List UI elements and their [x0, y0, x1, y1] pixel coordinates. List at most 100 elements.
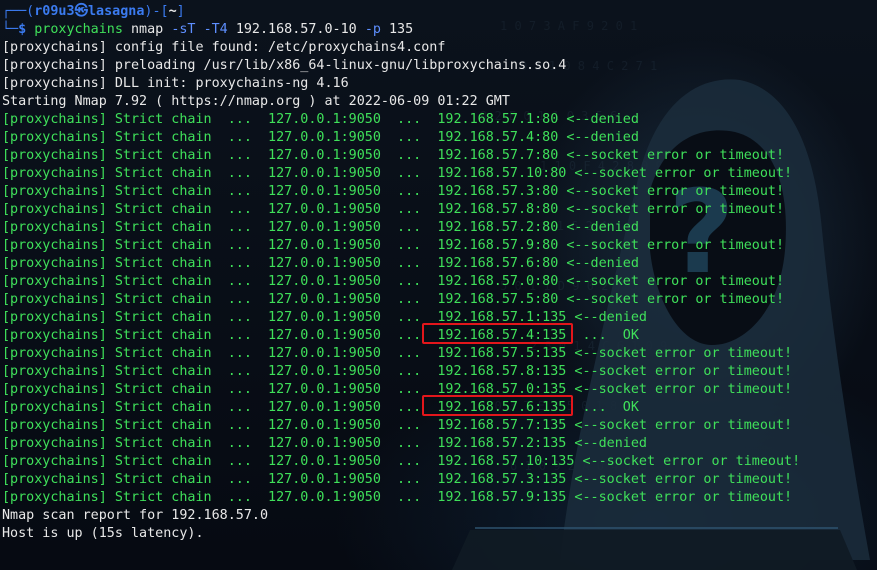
chain-result: <--socket error or timeout! [566, 166, 793, 181]
chain-prefix: [proxychains] Strict chain ... 127.0.0.1… [2, 364, 438, 379]
chain-result: <--socket error or timeout! [558, 184, 785, 199]
chain-result: <--denied [558, 220, 639, 235]
chain-target: 192.168.57.5:135 [437, 346, 567, 361]
chain-prefix: [proxychains] Strict chain ... 127.0.0.1… [2, 400, 438, 415]
prompt-frame-top: ┌──( [2, 4, 35, 19]
chain-result: ... OK [566, 328, 639, 343]
terminal-window[interactable]: 1 0 7 3 A F 9 2 0 1 0 1 1 0 8 4 C 2 7 1 … [0, 0, 877, 570]
red-highlight-box [422, 323, 574, 344]
chain-target: 192.168.57.6:80 [437, 256, 559, 271]
command-flag-scan-type: -sT [171, 22, 196, 37]
prompt-frame-bottom: └─ [2, 22, 19, 37]
chain-line: [proxychains] Strict chain ... 127.0.0.1… [2, 273, 877, 291]
chain-prefix: [proxychains] Strict chain ... 127.0.0.1… [2, 256, 438, 271]
chain-line: [proxychains] Strict chain ... 127.0.0.1… [2, 489, 877, 507]
prompt-username: r09u3 [34, 4, 75, 19]
chain-line: [proxychains] Strict chain ... 127.0.0.1… [2, 471, 877, 489]
chain-target: 192.168.57.2:135 [437, 436, 567, 451]
chain-line: [proxychains] Strict chain ... 127.0.0.1… [2, 237, 877, 255]
red-highlight-box [422, 395, 574, 416]
chain-line: [proxychains] Strict chain ... 127.0.0.1… [2, 453, 877, 471]
chain-target: 192.168.57.0:80 [437, 274, 559, 289]
chain-line: [proxychains] Strict chain ... 127.0.0.1… [2, 417, 877, 435]
command-port: 135 [389, 22, 414, 37]
chain-result: <--socket error or timeout! [558, 292, 785, 307]
chain-prefix: [proxychains] Strict chain ... 127.0.0.1… [2, 274, 438, 289]
chain-line: [proxychains] Strict chain ... 127.0.0.1… [2, 219, 877, 237]
chain-prefix: [proxychains] Strict chain ... 127.0.0.1… [2, 238, 438, 253]
command-line[interactable]: └─$ proxychains nmap -sT -T4 192.168.57.… [2, 21, 877, 39]
chain-line: [proxychains] Strict chain ... 127.0.0.1… [2, 345, 877, 363]
output-line-dll-init: [proxychains] DLL init: proxychains-ng 4… [2, 76, 349, 91]
chain-target: 192.168.57.8:135 [437, 364, 567, 379]
chain-line: [proxychains] Strict chain ... 127.0.0.1… [2, 201, 877, 219]
command-flag-timing: -T4 [203, 22, 228, 37]
output-line-preload: [proxychains] preloading /usr/lib/x86_64… [2, 58, 567, 73]
chain-result: <--socket error or timeout! [558, 148, 785, 163]
output-line-scan-report: Nmap scan report for 192.168.57.0 [2, 508, 269, 523]
chain-prefix: [proxychains] Strict chain ... 127.0.0.1… [2, 220, 438, 235]
chain-target: 192.168.57.2:80 [437, 220, 559, 235]
chain-prefix: [proxychains] Strict chain ... 127.0.0.1… [2, 202, 438, 217]
chain-target: 192.168.57.7:80 [437, 148, 559, 163]
command-program: nmap [131, 22, 164, 37]
chain-prefix: [proxychains] Strict chain ... 127.0.0.1… [2, 346, 438, 361]
chain-line: [proxychains] Strict chain ... 127.0.0.1… [2, 363, 877, 381]
chain-line: [proxychains] Strict chain ... 127.0.0.1… [2, 255, 877, 273]
chain-target: 192.168.57.3:80 [437, 184, 559, 199]
prompt-frame-mid: )-[ [144, 4, 169, 19]
chain-target: 192.168.57.9:135 [437, 490, 567, 505]
chain-result: <--denied [566, 436, 647, 451]
proxychains-output: [proxychains] Strict chain ... 127.0.0.1… [2, 111, 877, 507]
prompt-frame-end: ] [176, 4, 185, 19]
chain-prefix: [proxychains] Strict chain ... 127.0.0.1… [2, 292, 438, 307]
output-line-nmap-start: Starting Nmap 7.92 ( https://nmap.org ) … [2, 94, 510, 109]
chain-target: 192.168.57.7:135 [437, 418, 567, 433]
chain-target: 192.168.57.1:80 [437, 112, 559, 127]
chain-target: 192.168.57.8:80 [437, 202, 559, 217]
chain-result: <--socket error or timeout! [566, 418, 793, 433]
chain-result: ... OK [566, 400, 639, 415]
kali-skull-icon: ㉿ [74, 4, 88, 19]
chain-result: <--socket error or timeout! [566, 490, 793, 505]
chain-prefix: [proxychains] Strict chain ... 127.0.0.1… [2, 328, 438, 343]
chain-line: [proxychains] Strict chain ... 127.0.0.1… [2, 291, 877, 309]
chain-prefix: [proxychains] Strict chain ... 127.0.0.1… [2, 310, 438, 325]
chain-prefix: [proxychains] Strict chain ... 127.0.0.1… [2, 436, 438, 451]
chain-target: 192.168.57.10:135 [437, 454, 575, 469]
chain-prefix: [proxychains] Strict chain ... 127.0.0.1… [2, 418, 438, 433]
chain-target: 192.168.57.4:80 [437, 130, 559, 145]
chain-prefix: [proxychains] Strict chain ... 127.0.0.1… [2, 382, 438, 397]
prompt-dollar: $ [18, 22, 27, 37]
chain-target: 192.168.57.5:80 [437, 292, 559, 307]
chain-prefix: [proxychains] Strict chain ... 127.0.0.1… [2, 112, 438, 127]
command-flag-port: -p [364, 22, 381, 37]
command-name: proxychains [34, 22, 123, 37]
chain-result: <--socket error or timeout! [574, 454, 801, 469]
chain-prefix: [proxychains] Strict chain ... 127.0.0.1… [2, 166, 438, 181]
chain-prefix: [proxychains] Strict chain ... 127.0.0.1… [2, 454, 438, 469]
chain-prefix: [proxychains] Strict chain ... 127.0.0.1… [2, 148, 438, 163]
terminal-output: ┌──(r09u3㉿lasagna)-[~] └─$ proxychains n… [2, 3, 877, 543]
chain-result: <--denied [566, 310, 647, 325]
chain-result: <--denied [558, 112, 639, 127]
chain-result: <--socket error or timeout! [558, 238, 785, 253]
chain-result: <--socket error or timeout! [558, 202, 785, 217]
output-line-host-up: Host is up (15s latency). [2, 526, 204, 541]
chain-line: [proxychains] Strict chain ... 127.0.0.1… [2, 129, 877, 147]
chain-line: [proxychains] Strict chain ... 127.0.0.1… [2, 111, 877, 129]
command-target: 192.168.57.0-10 [235, 22, 357, 37]
chain-result: <--socket error or timeout! [558, 274, 785, 289]
chain-result: <--socket error or timeout! [566, 364, 793, 379]
chain-line: [proxychains] Strict chain ... 127.0.0.1… [2, 183, 877, 201]
chain-target: 192.168.57.9:80 [437, 238, 559, 253]
chain-result: <--socket error or timeout! [566, 472, 793, 487]
chain-result: <--socket error or timeout! [566, 382, 793, 397]
chain-line: [proxychains] Strict chain ... 127.0.0.1… [2, 147, 877, 165]
chain-prefix: [proxychains] Strict chain ... 127.0.0.1… [2, 130, 438, 145]
chain-result: <--denied [558, 256, 639, 271]
chain-prefix: [proxychains] Strict chain ... 127.0.0.1… [2, 184, 438, 199]
chain-line: [proxychains] Strict chain ... 127.0.0.1… [2, 165, 877, 183]
chain-target: 192.168.57.10:80 [437, 166, 567, 181]
prompt-line: ┌──(r09u3㉿lasagna)-[~] [2, 3, 877, 21]
